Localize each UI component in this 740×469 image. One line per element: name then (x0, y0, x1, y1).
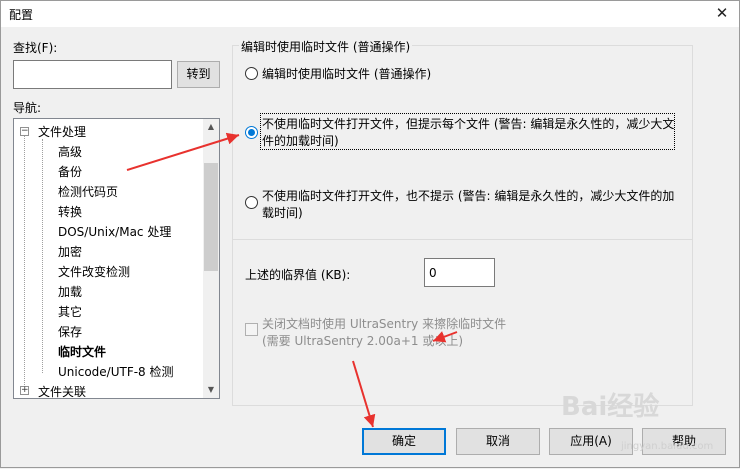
tree-item[interactable]: 临时文件 (58, 343, 106, 360)
option2-text-line1: 不使用临时文件打开文件，但提示每个文件 (警告: 编辑是永久性的，减少大文 (262, 117, 675, 131)
radio-no-temp-prompt[interactable] (245, 126, 258, 139)
option1-text: 编辑时使用临时文件 (普通操作) (262, 67, 432, 81)
group-title: 编辑时使用临时文件 (普通操作) (239, 38, 413, 55)
tree-item[interactable]: Unicode/UTF-8 检测 (58, 363, 174, 380)
window-title: 配置 (9, 8, 34, 22)
scroll-up-icon[interactable]: ▲ (203, 119, 219, 135)
ultrasentry-checkbox[interactable] (245, 323, 258, 336)
close-button[interactable]: ✕ (705, 1, 739, 27)
radio-no-temp-no-prompt[interactable] (245, 196, 258, 209)
watermark-sub: jingyan.baidu.com (621, 441, 714, 452)
scroll-thumb[interactable] (204, 163, 218, 271)
tree-item[interactable]: 转换 (58, 203, 82, 220)
threshold-label: 上述的临界值 (KB): (245, 268, 351, 282)
tree-item[interactable]: 保存 (58, 323, 82, 340)
ultrasentry-text-line1: 关闭文档时使用 UltraSentry 来擦除临时文件 (262, 317, 507, 331)
scroll-down-icon[interactable]: ▼ (203, 382, 219, 398)
tree-item-file-handling[interactable]: 文件处理 (38, 123, 86, 140)
tree-guide-line (42, 139, 43, 373)
tree-guide-line (24, 135, 25, 387)
find-input[interactable] (13, 60, 172, 89)
config-dialog: 配置 ✕ 查找(F): 转到 导航: − 文件处理 高级备份检测代码页转换 DOS… (0, 0, 740, 468)
tree-scrollbar[interactable]: ▲ ▼ (203, 119, 219, 398)
nav-label: 导航: (13, 101, 42, 115)
baidu-watermark: Bai经验 (561, 392, 660, 422)
tree-item[interactable]: 加载 (58, 283, 82, 300)
find-label: 查找(F): (13, 41, 58, 55)
option3-text-line1: 不使用临时文件打开文件，也不提示 (警告: 编辑是永久性的，减少大文件的加 (262, 189, 675, 203)
option2-text-line2: 件的加载时间) (262, 134, 339, 148)
navigation-tree: − 文件处理 高级备份检测代码页转换 DOS/Unix/Mac 处理 加密文件改变检… (13, 118, 220, 399)
option3-text-line2: 载时间) (262, 206, 303, 220)
cancel-button[interactable]: 取消 (456, 428, 540, 455)
tree-item-file-association[interactable]: 文件关联 (38, 383, 86, 398)
group-separator (233, 239, 692, 240)
threshold-input[interactable] (424, 258, 495, 287)
tree-item[interactable]: DOS/Unix/Mac 处理 (58, 223, 171, 240)
tree-item[interactable]: 高级 (58, 143, 82, 160)
ultrasentry-text-line2: (需要 UltraSentry 2.00a+1 或以上) (262, 334, 464, 348)
tree-item[interactable]: 文件改变检测 (58, 263, 130, 280)
tree-item[interactable]: 检测代码页 (58, 183, 118, 200)
radio-use-temp-file[interactable] (245, 67, 258, 80)
tree-item[interactable]: 其它 (58, 303, 82, 320)
tree-item[interactable]: 加密 (58, 243, 82, 260)
goto-button[interactable]: 转到 (177, 61, 220, 88)
title-bar: 配置 ✕ (1, 1, 739, 27)
collapse-expander-icon[interactable]: − (20, 127, 29, 136)
expand-expander-icon[interactable]: + (20, 386, 29, 395)
temp-file-groupbox (232, 45, 693, 406)
ok-button[interactable]: 确定 (362, 428, 446, 455)
tree-item[interactable]: 备份 (58, 163, 82, 180)
